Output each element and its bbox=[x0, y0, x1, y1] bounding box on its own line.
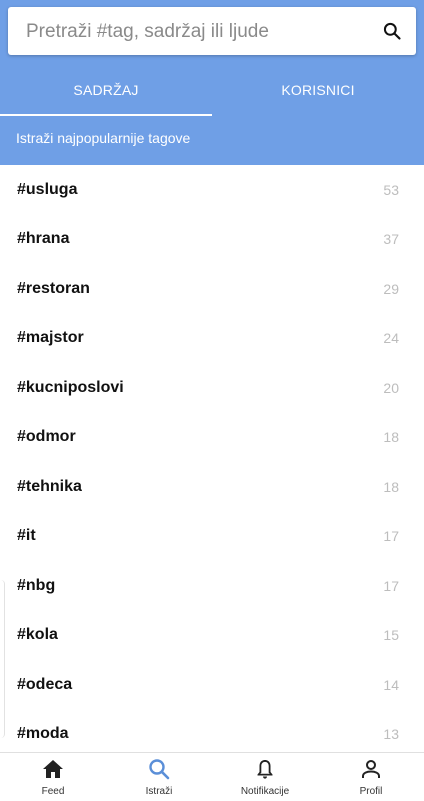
tag-row[interactable]: #majstor 24 bbox=[0, 314, 424, 364]
nav-explore[interactable]: Istraži bbox=[106, 753, 212, 801]
tag-row[interactable]: #odmor 18 bbox=[0, 413, 424, 463]
tag-name: #nbg bbox=[17, 576, 56, 594]
tag-name: #restoran bbox=[17, 279, 90, 297]
person-icon bbox=[362, 760, 380, 778]
search-bar[interactable] bbox=[8, 7, 416, 57]
tag-row[interactable]: #kucniposlovi 20 bbox=[0, 363, 424, 413]
nav-explore-label: Istraži bbox=[145, 786, 173, 797]
tag-name: #usluga bbox=[17, 180, 78, 198]
tag-count: 17 bbox=[383, 528, 399, 545]
tag-count: 14 bbox=[383, 676, 399, 693]
tag-name: #tehnika bbox=[17, 477, 82, 495]
nav-profile[interactable]: Profil bbox=[318, 753, 424, 801]
tab-bar: SADRŽAJ KORISNICI bbox=[0, 64, 424, 116]
header-area: SADRŽAJ KORISNICI Istraži najpopularnije… bbox=[0, 0, 424, 165]
tag-name: #kola bbox=[17, 626, 58, 644]
tag-row[interactable]: #usluga 53 bbox=[0, 165, 424, 215]
tag-name: #kucniposlovi bbox=[17, 378, 124, 396]
tag-count: 20 bbox=[383, 379, 399, 396]
tag-name: #moda bbox=[17, 725, 69, 743]
tag-count: 17 bbox=[383, 577, 399, 594]
section-title: Istraži najpopularnije tagove bbox=[16, 130, 191, 146]
tag-count: 15 bbox=[383, 627, 399, 644]
tag-name: #odeca bbox=[17, 675, 73, 693]
nav-profile-label: Profil bbox=[359, 786, 383, 797]
search-input[interactable] bbox=[24, 7, 368, 57]
tag-row[interactable]: #tehnika 18 bbox=[0, 462, 424, 512]
tag-row[interactable]: #odeca 14 bbox=[0, 660, 424, 710]
search-icon[interactable] bbox=[382, 21, 402, 41]
tab-users-label: KORISNICI bbox=[281, 82, 355, 98]
tab-content[interactable]: SADRŽAJ bbox=[0, 64, 212, 116]
tab-users[interactable]: KORISNICI bbox=[212, 64, 424, 116]
tag-row[interactable]: #restoran 29 bbox=[0, 264, 424, 314]
tag-row[interactable]: #it 17 bbox=[0, 512, 424, 562]
bottom-navigation: Feed Istraži Notifikacije Profil bbox=[0, 752, 424, 801]
tag-row[interactable]: #hrana 37 bbox=[0, 215, 424, 265]
tag-row[interactable]: #kola 15 bbox=[0, 611, 424, 661]
tag-count: 13 bbox=[383, 726, 399, 743]
tag-count: 18 bbox=[383, 429, 399, 446]
nav-notifications[interactable]: Notifikacije bbox=[212, 753, 318, 801]
tag-name: #hrana bbox=[17, 230, 70, 248]
tag-row[interactable]: #nbg 17 bbox=[0, 561, 424, 611]
home-icon bbox=[43, 760, 63, 778]
tag-count: 37 bbox=[383, 231, 399, 248]
search-icon bbox=[149, 759, 170, 780]
bell-icon bbox=[257, 760, 273, 779]
edge-handle bbox=[0, 580, 5, 738]
tag-name: #majstor bbox=[17, 329, 84, 347]
tag-list: #usluga 53 #hrana 37 #restoran 29 #majstor 24 #k… bbox=[0, 165, 424, 752]
nav-feed[interactable]: Feed bbox=[0, 753, 106, 801]
active-tab-indicator bbox=[0, 114, 212, 116]
nav-notifications-label: Notifikacije bbox=[240, 786, 290, 797]
tab-content-label: SADRŽAJ bbox=[73, 82, 139, 98]
tag-row[interactable]: #moda 13 bbox=[0, 710, 424, 753]
nav-feed-label: Feed bbox=[41, 786, 65, 797]
tag-count: 53 bbox=[383, 181, 399, 198]
tag-name: #odmor bbox=[17, 428, 76, 446]
tag-name: #it bbox=[17, 527, 36, 545]
tag-count: 18 bbox=[383, 478, 399, 495]
tag-count: 24 bbox=[383, 330, 399, 347]
tag-count: 29 bbox=[383, 280, 399, 297]
